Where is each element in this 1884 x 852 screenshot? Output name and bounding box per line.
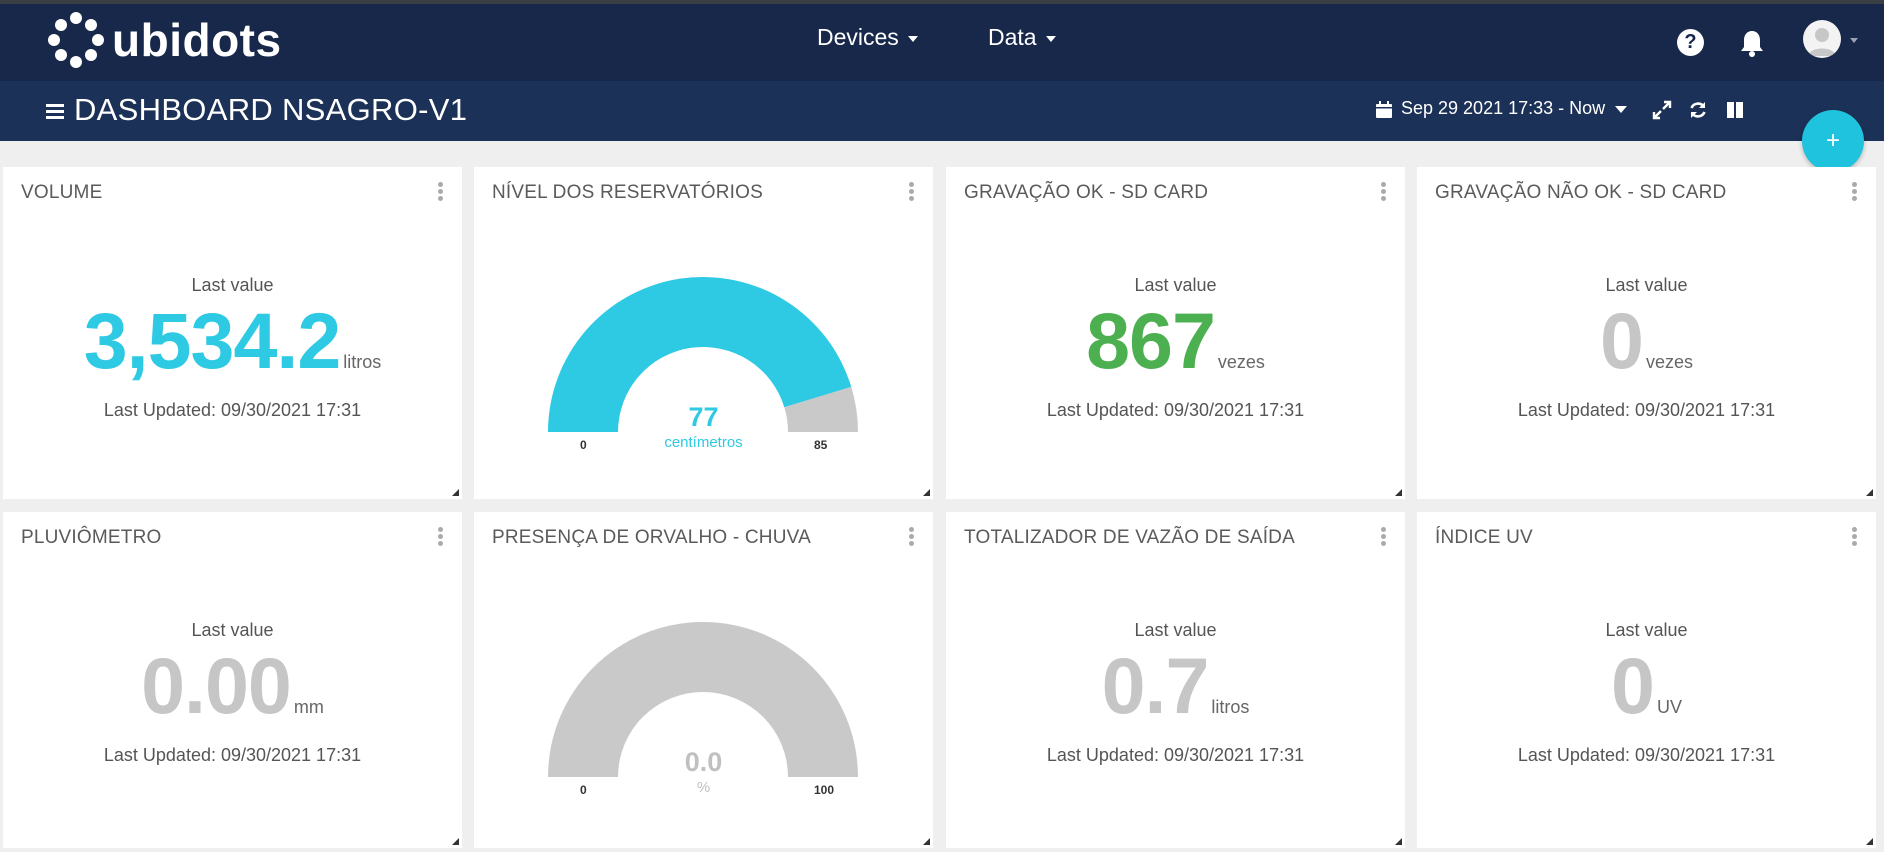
widget-card[interactable]: VOLUME Last value 3,534.2 litros Last Update… xyxy=(3,167,462,499)
widget-card[interactable]: ÍNDICE UV Last value 0 UV Last Updated: 09/3… xyxy=(1417,512,1876,848)
gauge-unit: % xyxy=(696,779,711,796)
widget-title: PLUVIÔMETRO xyxy=(21,527,162,548)
metric-value-group: 0.00 mm xyxy=(3,640,462,732)
widget-title: GRAVAÇÃO NÃO OK - SD CARD xyxy=(1435,182,1727,203)
widget-card[interactable]: TOTALIZADOR DE VAZÃO DE SAÍDA Last value 0… xyxy=(946,512,1405,848)
last-value-caption: Last value xyxy=(191,275,274,295)
metric-value: 867 xyxy=(1086,296,1216,385)
last-updated-text: Last Updated: 09/30/2021 17:31 xyxy=(1517,745,1776,765)
resize-handle-icon[interactable] xyxy=(452,489,459,496)
gauge-value: 77 xyxy=(688,402,719,432)
metric-value-group: 0.7 litros xyxy=(946,640,1405,732)
last-updated-text: Last Updated: 09/30/2021 17:31 xyxy=(1046,745,1305,765)
fullscreen-icon[interactable] xyxy=(1652,100,1672,120)
widget-title: VOLUME xyxy=(21,182,103,203)
gauge-value: 0.0 xyxy=(684,747,723,777)
gauge-min-label: 0 xyxy=(580,783,587,797)
metric-value-group: 0 vezes xyxy=(1417,295,1876,387)
add-widget-button[interactable]: + xyxy=(1802,110,1864,172)
nav-devices-label: Devices xyxy=(817,24,899,50)
widget-options-icon[interactable] xyxy=(1852,182,1858,202)
metric-value-group: 867 vezes xyxy=(946,295,1405,387)
gauge-unit: centímetros xyxy=(664,434,743,451)
gauge-max-label: 85 xyxy=(814,438,828,452)
resize-handle-icon[interactable] xyxy=(1395,838,1402,845)
columns-layout-icon[interactable] xyxy=(1725,100,1745,120)
last-updated-text: Last Updated: 09/30/2021 17:31 xyxy=(103,745,362,765)
metric-value-group: 3,534.2 litros xyxy=(3,295,462,387)
widget-card[interactable]: PRESENÇA DE ORVALHO - CHUVA 0.0% 0 100 xyxy=(474,512,933,848)
dashboard-title: DASHBOARD NSAGRO-V1 xyxy=(74,92,468,127)
last-value-caption: Last value xyxy=(1605,275,1688,295)
widget-card[interactable]: PLUVIÔMETRO Last value 0.00 mm Last Updated:… xyxy=(3,512,462,848)
last-value-caption: Last value xyxy=(1134,620,1217,640)
resize-handle-icon[interactable] xyxy=(1866,489,1873,496)
last-value-caption: Last value xyxy=(191,620,274,640)
resize-handle-icon[interactable] xyxy=(923,489,930,496)
widget-card[interactable]: NÍVEL DOS RESERVATÓRIOS 77 centímetros 0 85 xyxy=(474,167,933,499)
chevron-down-icon xyxy=(1615,105,1628,113)
last-value-caption: Last value xyxy=(1134,275,1217,295)
metric-unit: vezes xyxy=(1645,352,1693,372)
widget-options-icon[interactable] xyxy=(1381,182,1387,202)
help-icon[interactable]: ? xyxy=(1677,29,1704,56)
metric-unit: UV xyxy=(1656,697,1682,717)
calendar-icon[interactable] xyxy=(1376,101,1392,118)
metric-unit: vezes xyxy=(1217,352,1265,372)
gauge-max-label: 100 xyxy=(814,783,835,797)
metric-value: 0.00 xyxy=(141,641,292,730)
metric-value-group: 0 UV xyxy=(1417,640,1876,732)
date-range-picker[interactable]: Sep 29 2021 17:33 - Now xyxy=(1401,98,1628,119)
date-range-label: Sep 29 2021 17:33 - Now xyxy=(1401,98,1606,118)
user-menu-chevron-icon[interactable] xyxy=(1850,38,1858,43)
top-navbar xyxy=(0,4,1884,81)
metric-unit: litros xyxy=(343,352,382,372)
chevron-down-icon xyxy=(1045,36,1056,42)
resize-handle-icon[interactable] xyxy=(452,838,459,845)
nav-data-menu[interactable]: Data xyxy=(988,24,1056,51)
widget-options-icon[interactable] xyxy=(438,527,444,547)
plus-icon: + xyxy=(1825,127,1840,154)
gauge-min-label: 0 xyxy=(580,438,587,452)
last-updated-text: Last Updated: 09/30/2021 17:31 xyxy=(1517,400,1776,420)
nav-devices-menu[interactable]: Devices xyxy=(817,24,918,51)
user-avatar[interactable] xyxy=(1803,20,1841,58)
resize-handle-icon[interactable] xyxy=(1866,838,1873,845)
last-value-caption: Last value xyxy=(1605,620,1688,640)
hamburger-menu-icon[interactable] xyxy=(46,104,64,120)
widget-options-icon[interactable] xyxy=(1852,527,1858,547)
refresh-icon[interactable] xyxy=(1688,100,1708,120)
last-updated-text: Last Updated: 09/30/2021 17:31 xyxy=(1046,400,1305,420)
widget-title: TOTALIZADOR DE VAZÃO DE SAÍDA xyxy=(964,527,1295,548)
widget-title: ÍNDICE UV xyxy=(1435,527,1533,548)
metric-unit: mm xyxy=(293,697,324,717)
chevron-down-icon xyxy=(907,36,918,42)
metric-unit: litros xyxy=(1211,697,1250,717)
brand-name: ubidots xyxy=(112,14,282,66)
nav-data-label: Data xyxy=(988,24,1037,50)
resize-handle-icon[interactable] xyxy=(1395,489,1402,496)
user-icon xyxy=(1808,28,1836,56)
metric-value: 0 xyxy=(1600,296,1644,385)
widget-card[interactable]: GRAVAÇÃO NÃO OK - SD CARD Last value 0 veze… xyxy=(1417,167,1876,499)
resize-handle-icon[interactable] xyxy=(923,838,930,845)
metric-value: 0 xyxy=(1611,641,1655,730)
widget-options-icon[interactable] xyxy=(438,182,444,202)
metric-value: 3,534.2 xyxy=(83,296,342,385)
last-updated-text: Last Updated: 09/30/2021 17:31 xyxy=(103,400,362,420)
widget-options-icon[interactable] xyxy=(1381,527,1387,547)
widget-card[interactable]: GRAVAÇÃO OK - SD CARD Last value 867 vezes L… xyxy=(946,167,1405,499)
widget-title: GRAVAÇÃO OK - SD CARD xyxy=(964,182,1209,203)
metric-value: 0.7 xyxy=(1101,641,1210,730)
logo-dots-icon xyxy=(48,12,104,68)
notifications-bell-icon[interactable] xyxy=(1738,28,1766,58)
ubidots-logo[interactable]: ubidots xyxy=(48,12,282,68)
